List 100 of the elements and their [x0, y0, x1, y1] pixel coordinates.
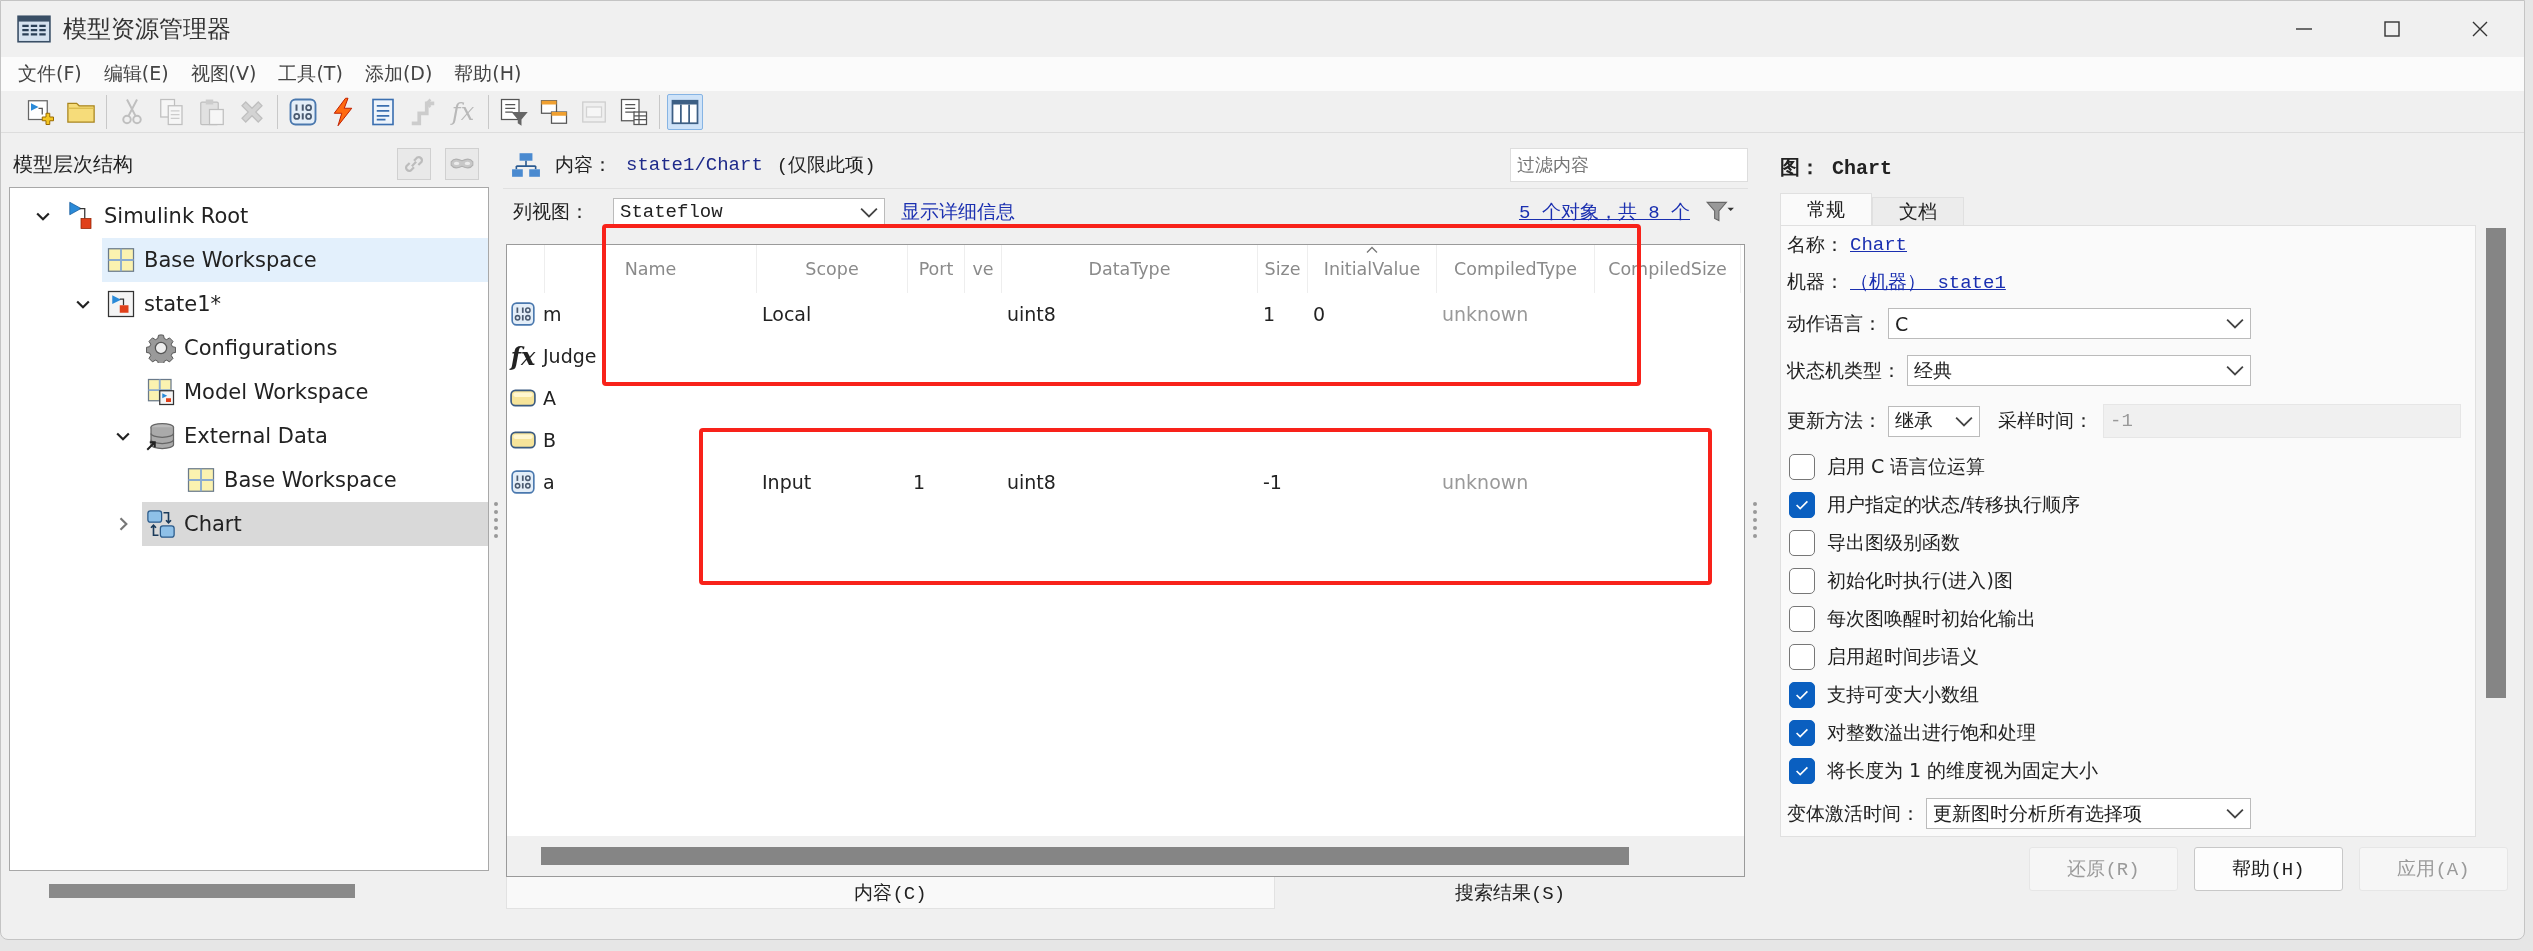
menu-item[interactable]: 编辑(E) — [96, 61, 176, 87]
tree-item[interactable]: Configurations — [142, 326, 488, 370]
table-cell-text: unknown — [1441, 471, 1530, 493]
table-cell-text: -1 — [1262, 471, 1283, 493]
grid-model-icon — [146, 377, 176, 407]
table-cell-text: Local — [761, 303, 813, 325]
data-icon — [510, 469, 536, 495]
checkbox-label: 启用超时间步语义 — [1827, 644, 1979, 669]
checkbox-label: 对整数溢出进行饱和处理 — [1827, 720, 2036, 745]
properties-title: 图： Chart — [1779, 155, 1893, 182]
checkbox-label: 启用 C 语言位运算 — [1827, 454, 1986, 479]
checkbox[interactable] — [1789, 492, 1815, 518]
funnel-icon — [1705, 199, 1735, 225]
field-label: 状态机类型： — [1787, 357, 1901, 383]
contents-scope: (仅限此项) — [776, 153, 876, 178]
gear-icon — [146, 333, 176, 363]
field-label: 名称： — [1787, 231, 1844, 257]
checkbox[interactable] — [1789, 720, 1815, 746]
field-label: 变体激活时间： — [1787, 800, 1920, 826]
menu-item[interactable]: 工具(T) — [271, 61, 350, 87]
chevron-down-icon — [2226, 365, 2244, 376]
tree-item[interactable]: Base Workspace — [182, 458, 488, 502]
table-cell-text: uint8 — [1006, 303, 1057, 325]
function-icon: fx — [510, 341, 536, 371]
menu-item[interactable]: 帮助(H) — [447, 61, 529, 87]
chart-icon — [146, 509, 176, 539]
dropdown[interactable]: 经典 — [1907, 355, 2251, 386]
tab[interactable]: 内容(C) — [506, 877, 1275, 909]
tab[interactable]: 文档 — [1872, 197, 1964, 225]
menu-item[interactable]: 文件(F) — [11, 61, 89, 87]
table-cell: B — [543, 429, 557, 451]
column-header[interactable]: ve — [965, 245, 1002, 293]
view-dropdown[interactable]: Stateflow — [613, 198, 885, 226]
dropdown[interactable]: 继承 — [1888, 405, 1980, 437]
data-icon — [288, 96, 318, 127]
dropdown[interactable]: C — [1888, 308, 2251, 339]
field-label: 更新方法： — [1787, 408, 1882, 433]
table-cell: m — [543, 303, 562, 325]
checkbox[interactable] — [1789, 454, 1815, 480]
tree-item[interactable]: state1* — [102, 282, 488, 326]
menu-item[interactable]: 视图(V) — [183, 61, 264, 87]
checkbox[interactable] — [1789, 568, 1815, 594]
value-link[interactable]: Chart — [1850, 233, 1907, 256]
details-link[interactable]: 显示详细信息 — [901, 199, 1015, 225]
table-cell-text: Input — [761, 471, 813, 493]
column-header[interactable]: Name — [545, 245, 757, 293]
contents-label: 内容： — [555, 151, 612, 177]
table-cell-text: uint8 — [1006, 471, 1057, 493]
table-cell-text: unknown — [1441, 303, 1530, 325]
window-title: 模型资源管理器 — [63, 14, 231, 45]
minimize-icon — [2296, 28, 2312, 30]
column-header[interactable]: Scope — [757, 245, 908, 293]
tab[interactable]: 常规 — [1780, 193, 1872, 225]
close-icon — [2470, 19, 2490, 39]
view-label: 列视图： — [513, 199, 589, 224]
checkbox[interactable] — [1789, 530, 1815, 556]
table-cell-text: 1 — [1262, 303, 1277, 325]
contents-path: state1/Chart — [626, 153, 763, 176]
checkbox-label: 将长度为 1 的维度视为固定大小 — [1827, 758, 2099, 783]
tree-item[interactable]: Base Workspace — [102, 238, 488, 282]
chevron-down-icon — [860, 206, 878, 218]
field-label: 采样时间： — [1998, 408, 2093, 433]
panel-title: 模型层次结构 — [13, 150, 133, 178]
checkbox-label: 导出图级别函数 — [1827, 530, 1960, 555]
checkbox[interactable] — [1789, 682, 1815, 708]
tree-item[interactable]: Model Workspace — [142, 370, 488, 414]
chevron-down-icon — [2226, 318, 2244, 329]
grid-icon — [106, 245, 136, 275]
tree-item[interactable]: External Data — [142, 414, 488, 458]
tree-item[interactable]: Simulink Root — [62, 194, 488, 238]
tree-item[interactable]: Chart — [142, 502, 488, 546]
menu-item[interactable]: 添加(D) — [357, 61, 440, 87]
value-link[interactable]: （机器） state1 — [1850, 268, 2006, 295]
document-table-icon — [619, 96, 649, 127]
database-icon — [146, 421, 176, 451]
maximize-icon — [2382, 19, 2402, 39]
table-cell-text: 0 — [1312, 303, 1327, 325]
checkbox[interactable] — [1789, 644, 1815, 670]
table-cell: A — [543, 387, 556, 409]
column-header[interactable]: DataType — [1002, 245, 1258, 293]
splitter-grip-icon — [493, 501, 499, 539]
table-cell-text: 1 — [912, 471, 927, 493]
splitter-grip-icon — [1752, 501, 1758, 539]
checkbox-label: 用户指定的状态/转移执行顺序 — [1827, 492, 2081, 517]
column-header[interactable]: Size — [1258, 245, 1308, 293]
table-cell: Judge — [543, 345, 597, 367]
chevron-down-icon — [2226, 808, 2244, 819]
filter-field[interactable]: 过滤内容 — [1510, 147, 1748, 182]
model-icon — [106, 289, 136, 319]
columns-button[interactable] — [667, 93, 703, 130]
dialog-button[interactable]: 帮助(H) — [2194, 847, 2343, 891]
grid-icon — [186, 465, 216, 495]
checkbox-label: 初始化时执行(进入)图 — [1827, 568, 2013, 593]
field-label: 动作语言： — [1787, 310, 1882, 336]
checkbox[interactable] — [1789, 606, 1815, 632]
dropdown[interactable]: 更新图时分析所有选择项 — [1926, 798, 2251, 829]
data-icon — [510, 301, 536, 327]
hierarchy-icon — [511, 151, 541, 178]
checkbox[interactable] — [1789, 758, 1815, 784]
count-link[interactable]: 5 个对象，共 8 个 — [1519, 199, 1690, 225]
